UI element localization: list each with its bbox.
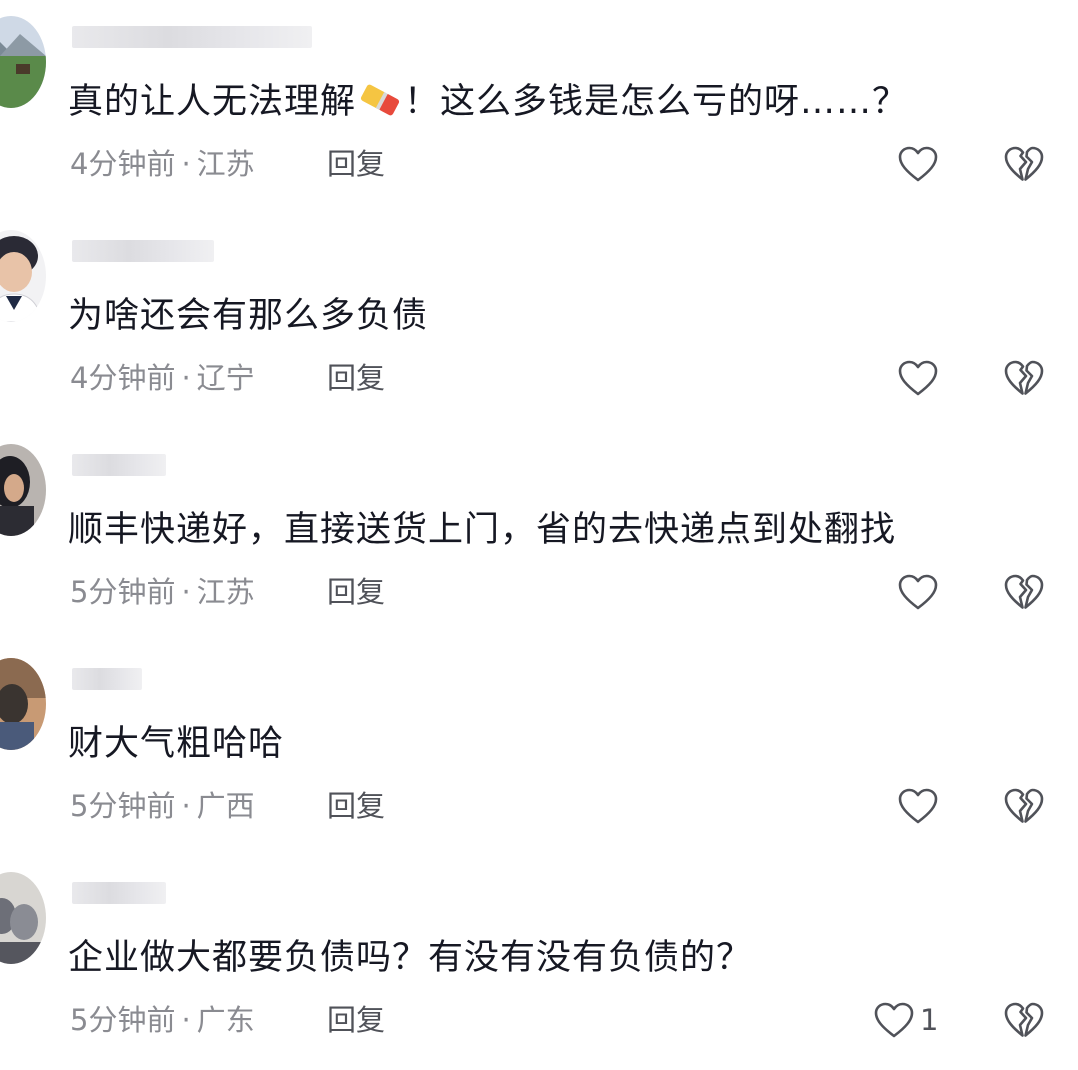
reply-button[interactable]: 回复 bbox=[327, 572, 385, 612]
dislike-button[interactable] bbox=[1002, 1000, 1046, 1040]
like-button[interactable] bbox=[896, 358, 940, 398]
comment-text-part: 企业做大都要负债吗？有没有没有负债的？ bbox=[68, 938, 753, 978]
broken-heart-icon bbox=[1002, 1000, 1046, 1040]
comment-text-part: ！这么多钱是怎么亏的呀……？ bbox=[404, 82, 909, 122]
comment-text: 企业做大都要负债吗？有没有没有负债的？ bbox=[68, 932, 752, 984]
heart-outline-icon bbox=[896, 358, 940, 398]
comment-text-part: 为啥还会有那么多负债 bbox=[68, 296, 429, 336]
comment-time: 4分钟前 bbox=[70, 361, 176, 395]
avatar[interactable] bbox=[0, 16, 46, 108]
avatar[interactable] bbox=[0, 230, 46, 322]
like-button[interactable] bbox=[872, 1000, 916, 1040]
like-count: 1 bbox=[920, 1003, 939, 1037]
comment-meta: 5分钟前 · 广西 bbox=[70, 789, 255, 823]
comment-location: 广东 bbox=[196, 1003, 255, 1037]
comment-text: 真的让人无法理解 ！这么多钱是怎么亏的呀……？ bbox=[68, 76, 908, 134]
heart-outline-icon bbox=[872, 1000, 916, 1040]
like-button[interactable] bbox=[896, 786, 940, 826]
broken-heart-icon bbox=[1002, 144, 1046, 184]
broken-heart-icon bbox=[1002, 358, 1046, 398]
reply-button[interactable]: 回复 bbox=[327, 1000, 385, 1040]
reply-button[interactable]: 回复 bbox=[327, 786, 385, 826]
comment-text: 顺丰快递好，直接送货上门，省的去快递点到处翻找 bbox=[68, 504, 896, 556]
comment-meta: 4分钟前 · 江苏 bbox=[70, 147, 255, 181]
comment-location: 广西 bbox=[196, 789, 255, 823]
dislike-button[interactable] bbox=[1002, 358, 1046, 398]
dislike-button[interactable] bbox=[1002, 144, 1046, 184]
comment-location: 江苏 bbox=[196, 147, 255, 181]
avatar[interactable] bbox=[0, 444, 46, 536]
comment-location: 辽宁 bbox=[196, 361, 255, 395]
dislike-button[interactable] bbox=[1002, 572, 1046, 612]
comment-meta: 5分钟前 · 江苏 bbox=[70, 575, 255, 609]
comment-time: 5分钟前 bbox=[70, 575, 176, 609]
dislike-button[interactable] bbox=[1002, 786, 1046, 826]
reply-button[interactable]: 回复 bbox=[327, 358, 385, 398]
comment-time: 5分钟前 bbox=[70, 1003, 176, 1037]
username-blurred[interactable] bbox=[72, 454, 166, 476]
comment-location: 江苏 bbox=[196, 575, 255, 609]
comment-item: 财大气粗哈哈 5分钟前 · 广西 回复 bbox=[0, 642, 1078, 856]
broken-heart-icon bbox=[1002, 786, 1046, 826]
username-blurred[interactable] bbox=[72, 882, 166, 904]
username-blurred[interactable] bbox=[72, 668, 142, 690]
avatar[interactable] bbox=[0, 872, 46, 964]
broken-heart-icon bbox=[1002, 572, 1046, 612]
like-button[interactable] bbox=[896, 572, 940, 612]
like-button[interactable] bbox=[896, 144, 940, 184]
username-blurred[interactable] bbox=[72, 240, 214, 262]
comment-text-part: 顺丰快递好，直接送货上门，省的去快递点到处翻找 bbox=[68, 510, 897, 550]
comment-item: 顺丰快递好，直接送货上门，省的去快递点到处翻找 5分钟前 · 江苏 回复 bbox=[0, 428, 1078, 642]
heart-outline-icon bbox=[896, 572, 940, 612]
comment-meta: 4分钟前 · 辽宁 bbox=[70, 361, 255, 395]
comment-text-part: 财大气粗哈哈 bbox=[68, 724, 285, 764]
username-blurred[interactable] bbox=[72, 26, 312, 48]
heart-outline-icon bbox=[896, 786, 940, 826]
comment-item: 为啥还会有那么多负债 4分钟前 · 辽宁 回复 bbox=[0, 214, 1078, 428]
reply-button[interactable]: 回复 bbox=[327, 144, 385, 184]
comment-text-part: 真的让人无法理解 bbox=[68, 82, 357, 122]
avatar[interactable] bbox=[0, 658, 46, 750]
comment-text: 财大气粗哈哈 bbox=[68, 718, 284, 770]
comment-time: 5分钟前 bbox=[70, 789, 176, 823]
heart-outline-icon bbox=[896, 144, 940, 184]
comment-item: 真的让人无法理解 ！这么多钱是怎么亏的呀……？ 4分钟前 · 江苏 回复 bbox=[0, 0, 1078, 214]
comment-time: 4分钟前 bbox=[70, 147, 176, 181]
comment-text: 为啥还会有那么多负债 bbox=[68, 290, 428, 342]
eraser-emoji-icon bbox=[358, 81, 402, 134]
comment-item: 企业做大都要负债吗？有没有没有负债的？ 5分钟前 · 广东 回复 1 bbox=[0, 856, 1078, 1070]
comment-meta: 5分钟前 · 广东 bbox=[70, 1003, 255, 1037]
